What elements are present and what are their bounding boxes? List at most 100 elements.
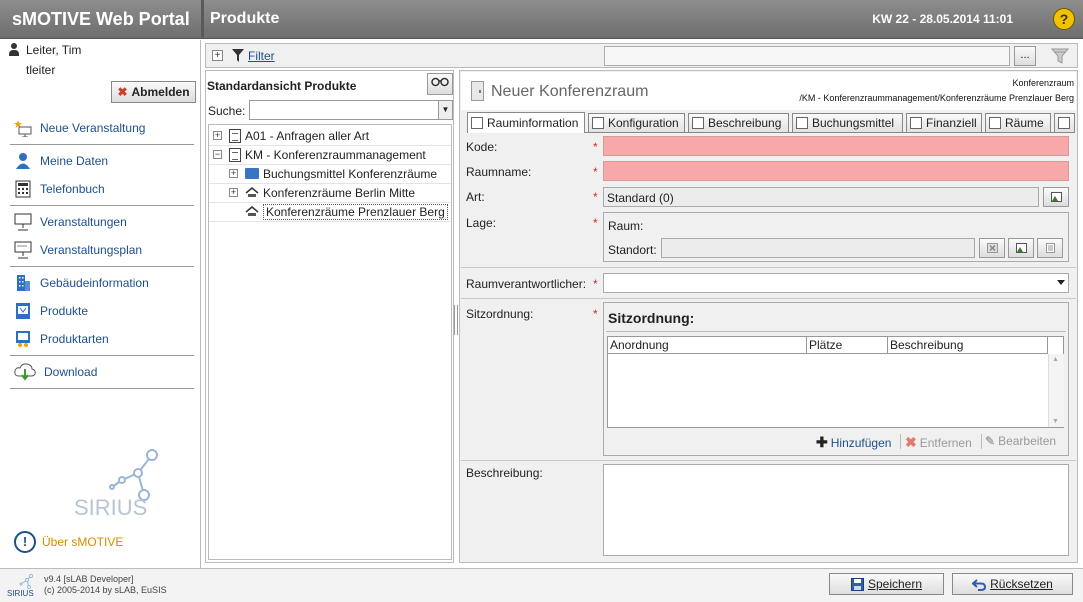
about-link[interactable]: ! Über sMOTIVE [14, 531, 123, 553]
sirius-logo-text: SIRIUS [74, 495, 147, 520]
copyright-line: (c) 2005-2014 by sLAB, EuSIS [44, 585, 167, 595]
finance-icon [910, 117, 922, 129]
standort-field[interactable] [661, 238, 975, 258]
record-type: Konferenzraum [1012, 78, 1074, 88]
document-icon [229, 128, 241, 143]
expand-toggle[interactable]: + [213, 131, 222, 140]
room-info-icon [471, 117, 483, 129]
tab-more[interactable] [1054, 113, 1075, 132]
search-input[interactable]: ▼ [249, 100, 453, 120]
version-line: v9.4 [sLAB Developer] [44, 574, 134, 584]
column-header-beschreibung[interactable]: Beschreibung [888, 337, 1048, 354]
nav-item-events[interactable]: Veranstaltungen [14, 212, 127, 232]
expand-toggle[interactable]: + [229, 169, 238, 178]
help-icon[interactable]: ? [1053, 8, 1075, 30]
nav-label: Download [44, 365, 98, 379]
chevron-down-icon [1057, 280, 1065, 285]
nav-divider [10, 144, 194, 145]
tree-node[interactable]: + Konferenzräume Berlin Mitte [229, 183, 415, 202]
delete-x-icon: ✖ [905, 434, 917, 450]
sirius-logo: SIRIUS [74, 449, 158, 520]
folder-icon [245, 168, 259, 179]
nav-label: Produkte [40, 304, 89, 318]
search-dropdown-icon[interactable]: ▼ [438, 101, 452, 119]
tree-node[interactable]: − KM - Konferenzraummanagement [213, 145, 426, 164]
remove-label: Entfernen [919, 435, 972, 450]
nav-label: Veranstaltungsplan [40, 243, 143, 257]
column-header-anordnung[interactable]: Anordnung [608, 337, 807, 354]
table-scrollbar[interactable]: ▲ ▼ [1048, 354, 1064, 427]
raumverantwortlicher-label: Raumverantwortlicher: [466, 277, 587, 291]
nav-item-new-event[interactable]: Neue Veranstaltung [14, 118, 145, 138]
kode-field[interactable] [603, 136, 1069, 156]
art-field[interactable]: Standard (0) [603, 187, 1039, 207]
nav-item-schedule[interactable]: Veranstaltungsplan [14, 240, 142, 260]
tab-raeume[interactable]: Räume [985, 113, 1051, 132]
reset-button[interactable]: Rücksetzen [952, 573, 1073, 595]
nav-item-download[interactable]: Download [14, 362, 97, 382]
sirius-small-logo-text: SIRIUS [7, 589, 34, 598]
tab-rauminformation[interactable]: Rauminformation [467, 112, 585, 133]
tab-finanziell[interactable]: Finanziell [906, 113, 982, 132]
clear-filter-icon[interactable] [1051, 48, 1069, 64]
raumverantwortlicher-select[interactable] [603, 273, 1069, 293]
standort-details-button[interactable] [1037, 238, 1063, 258]
lage-label: Lage: [466, 216, 497, 230]
conference-room-icon [245, 186, 259, 199]
plus-icon: ✚ [816, 434, 828, 450]
presentation-icon [14, 213, 32, 231]
beschreibung-textarea[interactable] [603, 464, 1069, 556]
sitzordnung-title-divider [606, 331, 1066, 332]
undo-arrow-icon [972, 578, 987, 591]
tab-label: Konfiguration [608, 116, 679, 130]
section-divider [461, 298, 1076, 299]
raumname-field[interactable] [603, 161, 1069, 181]
tab-buchungsmittel[interactable]: Buchungsmittel [792, 113, 903, 132]
remove-row-button[interactable]: ✖ Entfernen [905, 434, 972, 451]
nav-item-products[interactable]: Produkte [14, 301, 88, 321]
tree-node[interactable]: + A01 - Anfragen aller Art [213, 126, 369, 145]
column-header-plaetze[interactable]: Plätze [807, 337, 888, 354]
expand-toggle[interactable]: + [229, 188, 238, 197]
standort-picker-button[interactable] [1008, 238, 1034, 258]
action-divider [981, 434, 982, 449]
edit-row-button[interactable]: ✎ Bearbeiten [985, 434, 1056, 448]
panel-splitter[interactable] [454, 305, 458, 335]
products-icon [14, 302, 32, 320]
lage-group: Raum: Standort: [603, 212, 1069, 262]
nav-item-phonebook[interactable]: Telefonbuch [14, 179, 105, 199]
filter-expand-toggle[interactable]: + [212, 50, 223, 61]
tree-node[interactable]: + Buchungsmittel Konferenzräume [229, 164, 437, 183]
sitzordnung-label: Sitzordnung: [466, 307, 534, 321]
filter-more-button[interactable]: ... [1014, 46, 1036, 66]
required-marker: * [593, 140, 598, 154]
nav-item-product-types[interactable]: Produktarten [14, 329, 109, 349]
title-bar: sMOTIVE Web Portal Produkte KW 22 - 28.0… [0, 0, 1083, 39]
nav-item-building-info[interactable]: Gebäudeinformation [14, 273, 149, 293]
logout-button[interactable]: ✖ Abmelden [111, 81, 196, 103]
required-marker: * [593, 307, 598, 321]
week-date: KW 22 - 28.05.2014 11:01 [872, 12, 1013, 26]
save-label: Speichern [867, 577, 923, 591]
required-marker: * [593, 190, 598, 204]
nav-item-my-data[interactable]: Meine Daten [14, 151, 108, 171]
user-login: tleiter [26, 63, 56, 77]
scroll-down-icon[interactable]: ▼ [1052, 418, 1059, 425]
filter-input[interactable] [604, 46, 1010, 66]
collapse-toggle[interactable]: − [213, 150, 222, 159]
tab-beschreibung[interactable]: Beschreibung [688, 113, 789, 132]
standort-clear-button[interactable] [979, 238, 1005, 258]
record-header: Neuer Konferenzraum Konferenzraum /KM - … [461, 72, 1076, 110]
logout-label: Abmelden [131, 85, 190, 99]
art-picker-button[interactable] [1043, 187, 1069, 207]
product-tree: + A01 - Anfragen aller Art − KM - Konfer… [208, 124, 452, 560]
add-row-button[interactable]: ✚ Hinzufügen [816, 434, 891, 451]
scroll-up-icon[interactable]: ▲ [1052, 356, 1059, 363]
view-glasses-icon[interactable] [427, 73, 453, 95]
app-title: sMOTIVE Web Portal [12, 9, 190, 29]
tree-node-selected[interactable]: Konferenzräume Prenzlauer Berg [245, 202, 448, 221]
filter-link[interactable]: Filter [248, 49, 275, 63]
save-button[interactable]: Speichern [829, 573, 944, 595]
tree-node-label: KM - Konferenzraummanagement [245, 147, 426, 162]
tab-konfiguration[interactable]: Konfiguration [588, 113, 685, 132]
